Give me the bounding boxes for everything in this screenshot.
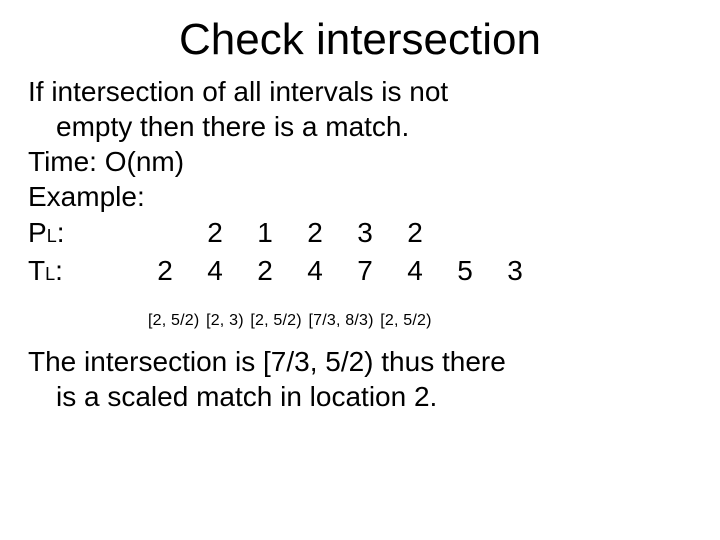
- tl-label-sub: L: [45, 264, 55, 284]
- conclusion-line-2: is a scaled match in location 2.: [28, 379, 692, 414]
- pl-label-sub: L: [47, 226, 57, 246]
- tl-cell-1: 4: [190, 252, 240, 290]
- tl-cell-4: 7: [340, 252, 390, 290]
- pl-row: PL: 2 1 2 3 2: [28, 214, 692, 252]
- pl-cell-4: 2: [390, 214, 440, 252]
- slide: Check intersection If intersection of al…: [0, 0, 720, 540]
- tl-label-colon: :: [55, 255, 63, 286]
- time-line: Time: O(nm): [28, 144, 692, 179]
- intro-line-2: empty then there is a match.: [28, 109, 692, 144]
- interval-1: [2, 3): [206, 312, 244, 329]
- tl-row: TL: 2 4 2 4 7 4 5 3: [28, 252, 692, 290]
- tl-cell-7: 3: [490, 252, 540, 290]
- interval-0: [2, 5/2): [148, 312, 199, 329]
- tl-cell-0: 2: [140, 252, 190, 290]
- example-line: Example:: [28, 179, 692, 214]
- intervals-line: [2, 5/2) [2, 3) [2, 5/2) [7/3, 8/3) [2, …: [148, 312, 692, 330]
- pl-cell-0: 2: [190, 214, 240, 252]
- tl-label-main: T: [28, 255, 45, 286]
- pl-label: PL:: [28, 214, 140, 252]
- conclusion-line-1: The intersection is [7/3, 5/2) thus ther…: [28, 344, 692, 379]
- pl-cell-1: 1: [240, 214, 290, 252]
- tl-cell-5: 4: [390, 252, 440, 290]
- intro-line-1: If intersection of all intervals is not: [28, 74, 692, 109]
- pl-label-main: P: [28, 217, 47, 248]
- tl-label: TL:: [28, 252, 140, 290]
- interval-3: [7/3, 8/3): [308, 312, 373, 329]
- tl-cell-6: 5: [440, 252, 490, 290]
- slide-title: Check intersection: [28, 16, 692, 64]
- tl-cell-2: 2: [240, 252, 290, 290]
- pl-cell-3: 3: [340, 214, 390, 252]
- interval-4: [2, 5/2): [380, 312, 431, 329]
- pl-label-colon: :: [57, 217, 65, 248]
- interval-2: [2, 5/2): [250, 312, 301, 329]
- tl-cell-3: 4: [290, 252, 340, 290]
- pl-cell-2: 2: [290, 214, 340, 252]
